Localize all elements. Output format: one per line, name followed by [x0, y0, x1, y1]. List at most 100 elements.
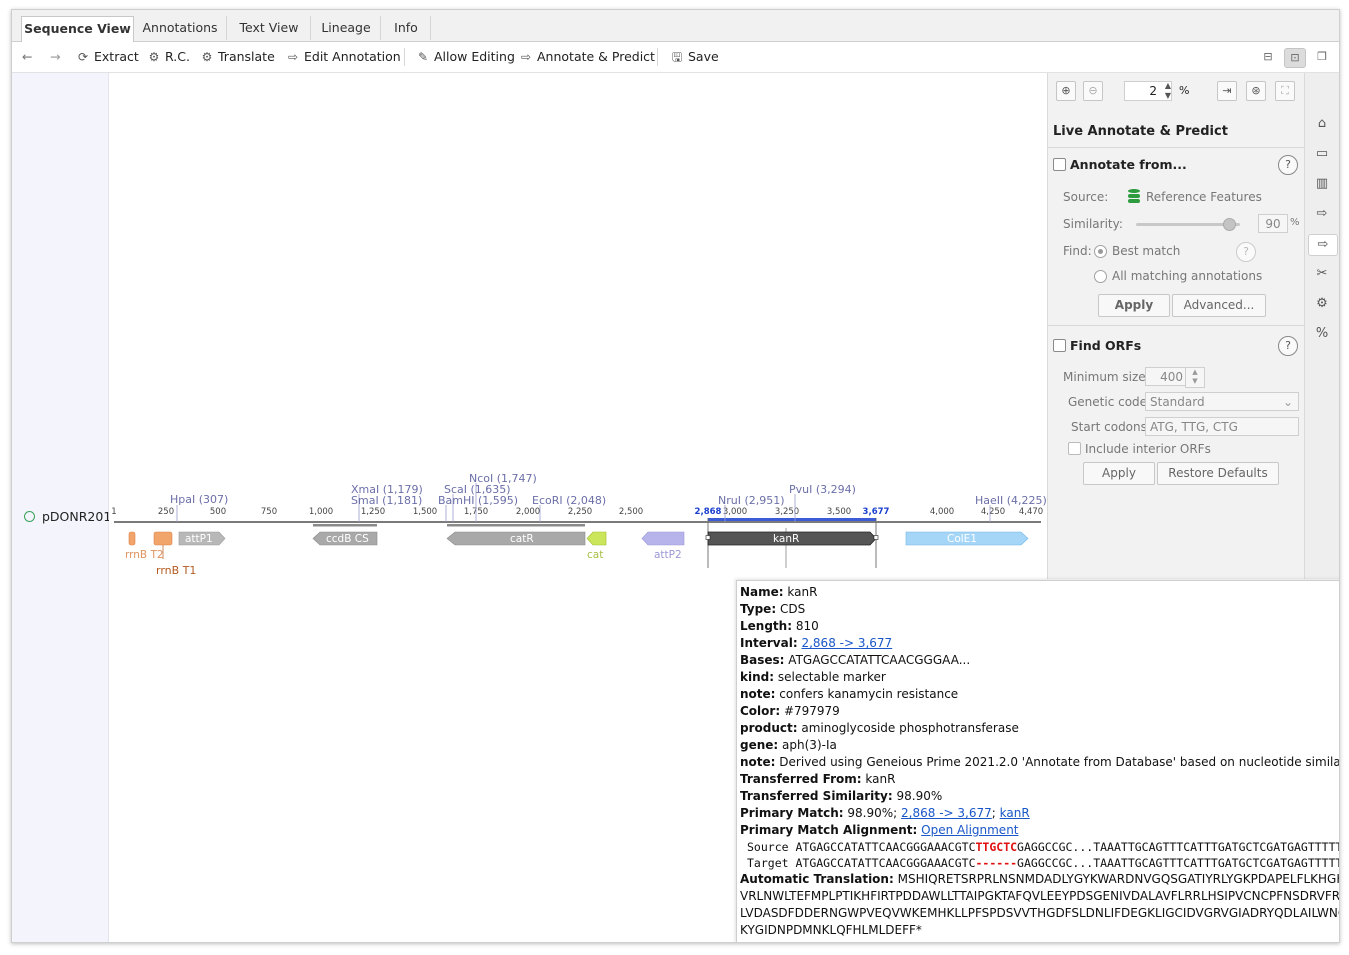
tooltip-key: Name: — [740, 585, 784, 599]
find-orfs-checkbox[interactable] — [1053, 339, 1066, 352]
feature-label: rrnB T2 — [125, 549, 164, 561]
enzyme-label[interactable]: HpaI (307) — [170, 493, 228, 506]
percent-icon[interactable]: % — [1312, 324, 1332, 344]
zoom-in-icon[interactable]: ⊕ — [1056, 81, 1076, 101]
annotations-icon[interactable]: ⇨ — [1312, 204, 1332, 224]
best-match-label: Best match — [1112, 244, 1181, 258]
reverse-complement-button[interactable]: ⚙ R.C. — [147, 48, 190, 66]
tab-annotations[interactable]: Annotations — [134, 16, 227, 40]
edit-annotation-button[interactable]: ⇨ Edit Annotation — [286, 48, 401, 66]
pencil-icon: ✎ — [417, 50, 429, 64]
interval-link[interactable]: 2,868 -> 3,677 — [801, 636, 892, 650]
start-codons-input[interactable]: ATG, TTG, CTG — [1145, 417, 1299, 436]
help-icon[interactable]: ? — [1278, 155, 1298, 175]
best-match-radio[interactable] — [1094, 245, 1107, 258]
tick-label: 1,250 — [361, 507, 385, 517]
min-size-label: Minimum size: — [1063, 370, 1150, 384]
minimize-panel-icon[interactable]: ⊟ — [1258, 48, 1278, 66]
feature-attP2[interactable] — [641, 531, 685, 546]
annotate-from-checkbox[interactable] — [1053, 158, 1066, 171]
section-divider — [1048, 325, 1304, 326]
enzyme-label[interactable]: SmaI (1,181) — [351, 494, 422, 507]
tab-lineage[interactable]: Lineage — [312, 16, 381, 40]
translation-line: VRLNWLTEFMPLPTIKHFIRTPDDAWLLTTAIPGKTAFQV… — [740, 889, 1340, 903]
sequence-name[interactable]: pDONR201 — [42, 509, 111, 524]
tooltip-value: 98.90%; — [847, 806, 898, 820]
zoom-out-icon[interactable]: ⊖ — [1083, 81, 1103, 101]
apply-button[interactable]: Apply — [1098, 294, 1170, 317]
toolbar-divider — [657, 48, 658, 66]
source-value[interactable]: Reference Features — [1146, 190, 1262, 204]
chevron-down-icon: ⌄ — [1282, 395, 1293, 409]
feature-label: rrnB T1 — [156, 564, 196, 577]
allow-editing-button[interactable]: ✎ Allow Editing — [416, 48, 515, 66]
feature-label: ColE1 — [947, 533, 977, 545]
feature-cat[interactable] — [586, 531, 607, 546]
advanced-button[interactable]: Advanced... — [1172, 294, 1266, 317]
slider-thumb[interactable] — [1223, 218, 1236, 231]
translate-button[interactable]: ⚙ Translate — [200, 48, 275, 66]
enzyme-label[interactable]: EcoRI (2,048) — [532, 494, 606, 507]
tooltip-key: note: — [740, 687, 776, 701]
forward-arrow-icon[interactable]: → — [50, 48, 60, 66]
tooltip-value: confers kanamycin resistance — [779, 687, 959, 701]
tooltip-key: product: — [740, 721, 798, 735]
help-icon[interactable]: ? — [1236, 242, 1256, 262]
restore-defaults-button[interactable]: Restore Defaults — [1157, 462, 1279, 485]
enzyme-label[interactable]: HaeII (4,225) — [975, 494, 1047, 507]
feature-rrnB-T2[interactable] — [128, 531, 136, 546]
enzyme-label[interactable]: PvuI (3,294) — [789, 483, 856, 496]
include-interior-checkbox[interactable] — [1068, 442, 1081, 455]
tick-label: 3,000 — [723, 507, 747, 517]
tick-label: 750 — [261, 507, 277, 517]
display-icon[interactable]: ▭ — [1312, 144, 1332, 164]
tick-label: 1,500 — [413, 507, 437, 517]
feature-rrnB-T1[interactable] — [153, 531, 173, 546]
tick-label: 4,000 — [930, 507, 954, 517]
annotate-predict-button[interactable]: ⇨ Annotate & Predict — [519, 48, 655, 66]
zoom-reset-icon[interactable]: ⊛ — [1246, 81, 1266, 101]
tab-info[interactable]: Info — [382, 16, 431, 40]
zoom-spinner-icon[interactable]: ▲ ▼ — [1161, 81, 1175, 101]
tooltip-value: 98.90% — [896, 789, 943, 803]
open-alignment-link[interactable]: Open Alignment — [921, 823, 1018, 837]
restriction-sites-icon[interactable]: ✂ — [1312, 264, 1332, 284]
feature-label: attP1 — [185, 533, 213, 545]
home-icon[interactable]: ⌂ — [1312, 114, 1332, 134]
sequence-toolbar: ← → ⟳ Extract ⚙ R.C. ⚙ Translate ⇨ Edit Anno… — [12, 42, 1339, 73]
primary-match-interval-link[interactable]: 2,868 -> 3,677 — [901, 806, 992, 820]
tooltip-key: Transferred From: — [740, 772, 862, 786]
save-button[interactable]: 🖫 Save — [670, 48, 719, 66]
enzyme-label[interactable]: NruI (2,951) — [718, 494, 785, 507]
back-arrow-icon[interactable]: ← — [22, 48, 32, 66]
side-panel-icons: ⌂ ▭ ▥ ⇨ ⇨ ✂ ⚙ % — [1304, 73, 1339, 579]
tick-label: 2,500 — [619, 507, 643, 517]
extract-button[interactable]: ⟳ Extract — [76, 48, 139, 66]
source-label: Source: — [1063, 190, 1109, 204]
statistics-icon[interactable]: ▥ — [1312, 174, 1332, 194]
tick-label: 2,250 — [568, 507, 592, 517]
min-size-spinner-icon[interactable]: ▲ ▼ — [1185, 367, 1205, 388]
translation-line: LVDASDFDDERNGWPVEQVWKEMHKLLPFSPDSVVTHGDF… — [740, 906, 1339, 920]
primary-match-name-link[interactable]: kanR — [1000, 806, 1030, 820]
tab-text-view[interactable]: Text View — [228, 16, 311, 40]
tooltip-key: Automatic Translation: — [740, 872, 894, 886]
similarity-input[interactable]: 90 — [1258, 214, 1288, 233]
float-window-icon[interactable]: ❐ — [1312, 48, 1332, 66]
genetic-code-select[interactable]: Standard ⌄ — [1145, 392, 1299, 411]
fit-to-window-icon[interactable]: ⛶ — [1275, 81, 1295, 101]
settings-icon[interactable]: ⚙ — [1312, 294, 1332, 314]
enzyme-label[interactable]: BamHI (1,595) — [438, 494, 518, 507]
annotate-predict-icon[interactable]: ⇨ — [1308, 234, 1338, 256]
split-view-icon[interactable]: ⊡ — [1284, 48, 1306, 68]
tick-label: 250 — [158, 507, 174, 517]
help-icon[interactable]: ? — [1278, 336, 1298, 356]
all-matching-radio[interactable] — [1094, 270, 1107, 283]
zoom-to-selection-icon[interactable]: ⇥ — [1217, 81, 1237, 101]
apply-orfs-button[interactable]: Apply — [1083, 462, 1155, 485]
min-size-input[interactable]: 400 — [1145, 367, 1190, 386]
tick-label: 4,250 — [981, 507, 1005, 517]
tick-label: 1,000 — [309, 507, 333, 517]
tab-sequence-view[interactable]: Sequence View — [21, 16, 134, 43]
toolbar-divider — [404, 48, 405, 66]
